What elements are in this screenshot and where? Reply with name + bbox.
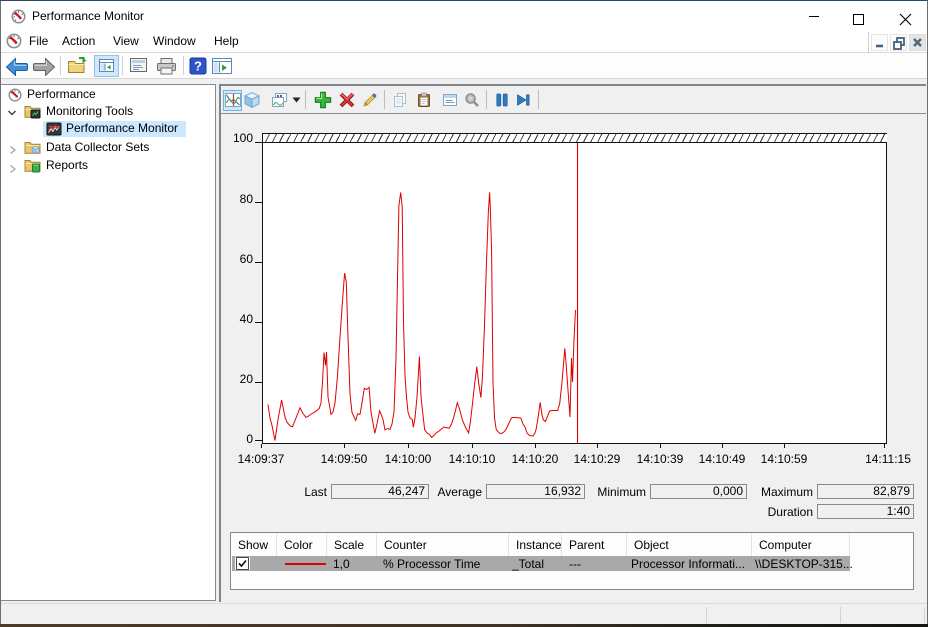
svg-text:?: ?	[194, 59, 202, 74]
